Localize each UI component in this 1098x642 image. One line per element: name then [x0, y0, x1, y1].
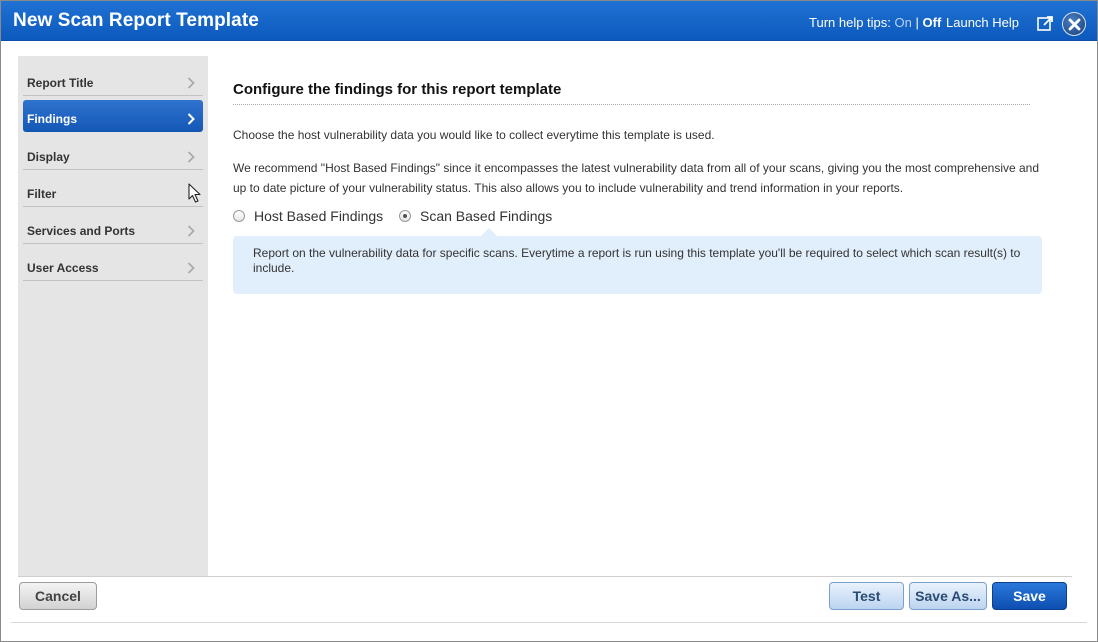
- dialog-title: New Scan Report Template: [13, 10, 259, 31]
- chevron-right-icon: [187, 262, 195, 274]
- section-heading: Configure the findings for this report t…: [233, 81, 562, 98]
- recommendation-text: We recommend "Host Based Findings" since…: [233, 161, 1040, 195]
- mouse-pointer-icon: [188, 183, 201, 203]
- close-button[interactable]: [1062, 12, 1086, 36]
- sidebar-item-label: Services and Ports: [27, 224, 136, 238]
- chevron-right-icon: [187, 225, 195, 237]
- save-as-button[interactable]: Save As...: [909, 582, 987, 610]
- cancel-button[interactable]: Cancel: [19, 582, 97, 610]
- sidebar-item-display[interactable]: Display: [23, 135, 203, 170]
- sidebar-item-user-access[interactable]: User Access: [23, 246, 203, 281]
- sidebar-item-label: User Access: [27, 261, 99, 275]
- sidebar-item-report-title[interactable]: Report Title: [23, 61, 203, 96]
- sidebar-item-filter[interactable]: Filter: [23, 172, 203, 207]
- scan-based-info-box: Report on the vulnerability data for spe…: [233, 228, 1042, 294]
- bottom-divider: [11, 622, 1087, 623]
- help-tips-on-link[interactable]: On: [895, 15, 912, 30]
- title-bar: New Scan Report Template Turn help tips:…: [1, 1, 1097, 41]
- help-tips-toggle: Turn help tips: On | Off: [809, 15, 941, 30]
- launch-help-link[interactable]: Launch Help: [946, 15, 1019, 30]
- sidebar-nav: Report Title Findings Display Filter Ser…: [18, 56, 208, 576]
- sidebar-item-label: Findings: [27, 112, 77, 126]
- help-tips-separator: |: [915, 15, 919, 30]
- sidebar-item-label: Report Title: [27, 76, 94, 90]
- scan-based-findings-label[interactable]: Scan Based Findings: [420, 208, 552, 224]
- sidebar-item-label: Filter: [27, 187, 57, 201]
- save-button[interactable]: Save: [992, 582, 1067, 610]
- intro-text: Choose the host vulnerability data you w…: [233, 128, 715, 142]
- footer-divider: [18, 576, 1072, 577]
- scan-based-info-text: Report on the vulnerability data for spe…: [253, 246, 1021, 275]
- chevron-right-icon: [187, 151, 195, 163]
- dialog-window: New Scan Report Template Turn help tips:…: [0, 0, 1098, 642]
- heading-divider: [233, 104, 1030, 105]
- help-tips-label: Turn help tips:: [809, 15, 891, 30]
- chevron-right-icon: [187, 77, 195, 89]
- sidebar-item-label: Display: [27, 150, 70, 164]
- test-button[interactable]: Test: [829, 582, 904, 610]
- sidebar-item-findings[interactable]: Findings: [23, 100, 203, 132]
- help-tips-off-link[interactable]: Off: [923, 15, 942, 30]
- popout-window-icon[interactable]: [1037, 15, 1054, 32]
- sidebar-item-services-and-ports[interactable]: Services and Ports: [23, 209, 203, 244]
- close-icon: [1068, 18, 1081, 31]
- host-based-findings-label[interactable]: Host Based Findings: [254, 208, 383, 224]
- scan-based-findings-radio[interactable]: [399, 210, 411, 222]
- host-based-findings-radio[interactable]: [233, 210, 245, 222]
- chevron-right-icon: [187, 113, 195, 125]
